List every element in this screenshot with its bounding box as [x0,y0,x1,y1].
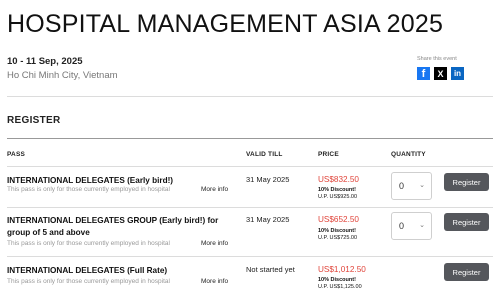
pass-note: This pass is only for those currently em… [7,240,170,247]
event-location: Ho Chi Minh City, Vietnam [7,70,118,81]
valid-till: 31 May 2025 [246,215,290,224]
pass-name: INTERNATIONAL DELEGATES (Full Rate) [7,266,168,275]
pass-name: INTERNATIONAL DELEGATES GROUP (Early bir… [7,216,219,237]
pass-note: This pass is only for those currently em… [7,278,170,285]
linkedin-icon[interactable]: in [451,67,464,80]
header-divider [7,96,493,97]
row-divider [7,256,493,257]
column-header-pass: PASS [7,151,26,158]
quantity-select[interactable]: 0 ⌄ [391,172,432,200]
quantity-value: 0 [399,221,405,231]
more-info-link[interactable]: More info [201,240,228,247]
price: US$652.50 [318,215,359,224]
usual-price: U.P. US$725.00 [318,235,358,241]
register-button[interactable]: Register [444,173,489,191]
chevron-down-icon: ⌄ [419,222,425,229]
price: US$832.50 [318,175,359,184]
discount: 10% Discount! [318,277,356,283]
row-divider [7,207,493,208]
register-button[interactable]: Register [444,213,489,231]
quantity-value: 0 [399,181,405,191]
row-divider [7,166,493,167]
register-heading: REGISTER [7,115,61,126]
register-button[interactable]: Register [444,263,489,281]
valid-till: 31 May 2025 [246,175,290,184]
column-header-quantity: QUANTITY [391,151,426,158]
pass-note: This pass is only for those currently em… [7,186,170,193]
more-info-link[interactable]: More info [201,278,228,285]
chevron-down-icon: ⌄ [419,182,425,189]
column-header-price: PRICE [318,151,339,158]
facebook-icon[interactable]: f [417,67,430,80]
share-icons: f X in [417,67,464,80]
usual-price: U.P. US$1,125.00 [318,284,362,290]
event-title: HOSPITAL MANAGEMENT ASIA 2025 [7,10,444,38]
valid-till: Not started yet [246,265,295,274]
x-icon[interactable]: X [434,67,447,80]
register-divider [7,138,493,139]
share-label: Share this event [417,56,457,62]
price: US$1,012.50 [318,265,366,274]
event-date: 10 - 11 Sep, 2025 [7,56,83,67]
discount: 10% Discount! [318,187,356,193]
quantity-select[interactable]: 0 ⌄ [391,212,432,240]
usual-price: U.P. US$925.00 [318,194,358,200]
column-header-valid-till: VALID TILL [246,151,283,158]
more-info-link[interactable]: More info [201,186,228,193]
discount: 10% Discount! [318,228,356,234]
